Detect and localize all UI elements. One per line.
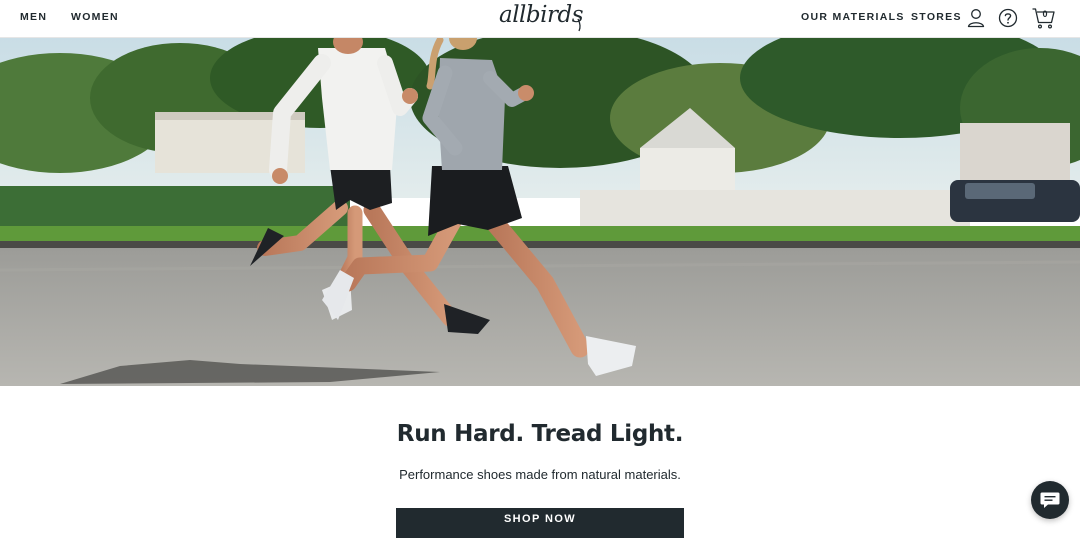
chat-icon [1040, 492, 1060, 508]
nav-women-link[interactable]: WOMEN [71, 11, 119, 23]
hero-runners-image [0, 38, 1080, 386]
help-icon[interactable] [996, 6, 1020, 30]
nav-our-materials-link[interactable]: OUR MATERIALS [801, 11, 905, 23]
shop-now-button[interactable]: SHOP NOW [396, 508, 684, 538]
chat-button[interactable] [1031, 481, 1069, 519]
nav-men-link[interactable]: MEN [20, 11, 47, 23]
hero-subheadline: Performance shoes made from natural mate… [399, 467, 681, 482]
hero-headline: Run Hard. Tread Light. [396, 421, 684, 447]
account-icon[interactable] [964, 6, 988, 30]
nav-stores-link[interactable]: STORES [911, 11, 962, 23]
logo-text: allbirds [499, 2, 584, 28]
site-header: MEN WOMEN allbirds OUR MATERIALS STORES … [0, 0, 1080, 38]
allbirds-logo[interactable]: allbirds [494, 0, 588, 34]
hero-image [0, 38, 1080, 386]
cart-count-badge[interactable]: 0 [1040, 9, 1050, 19]
